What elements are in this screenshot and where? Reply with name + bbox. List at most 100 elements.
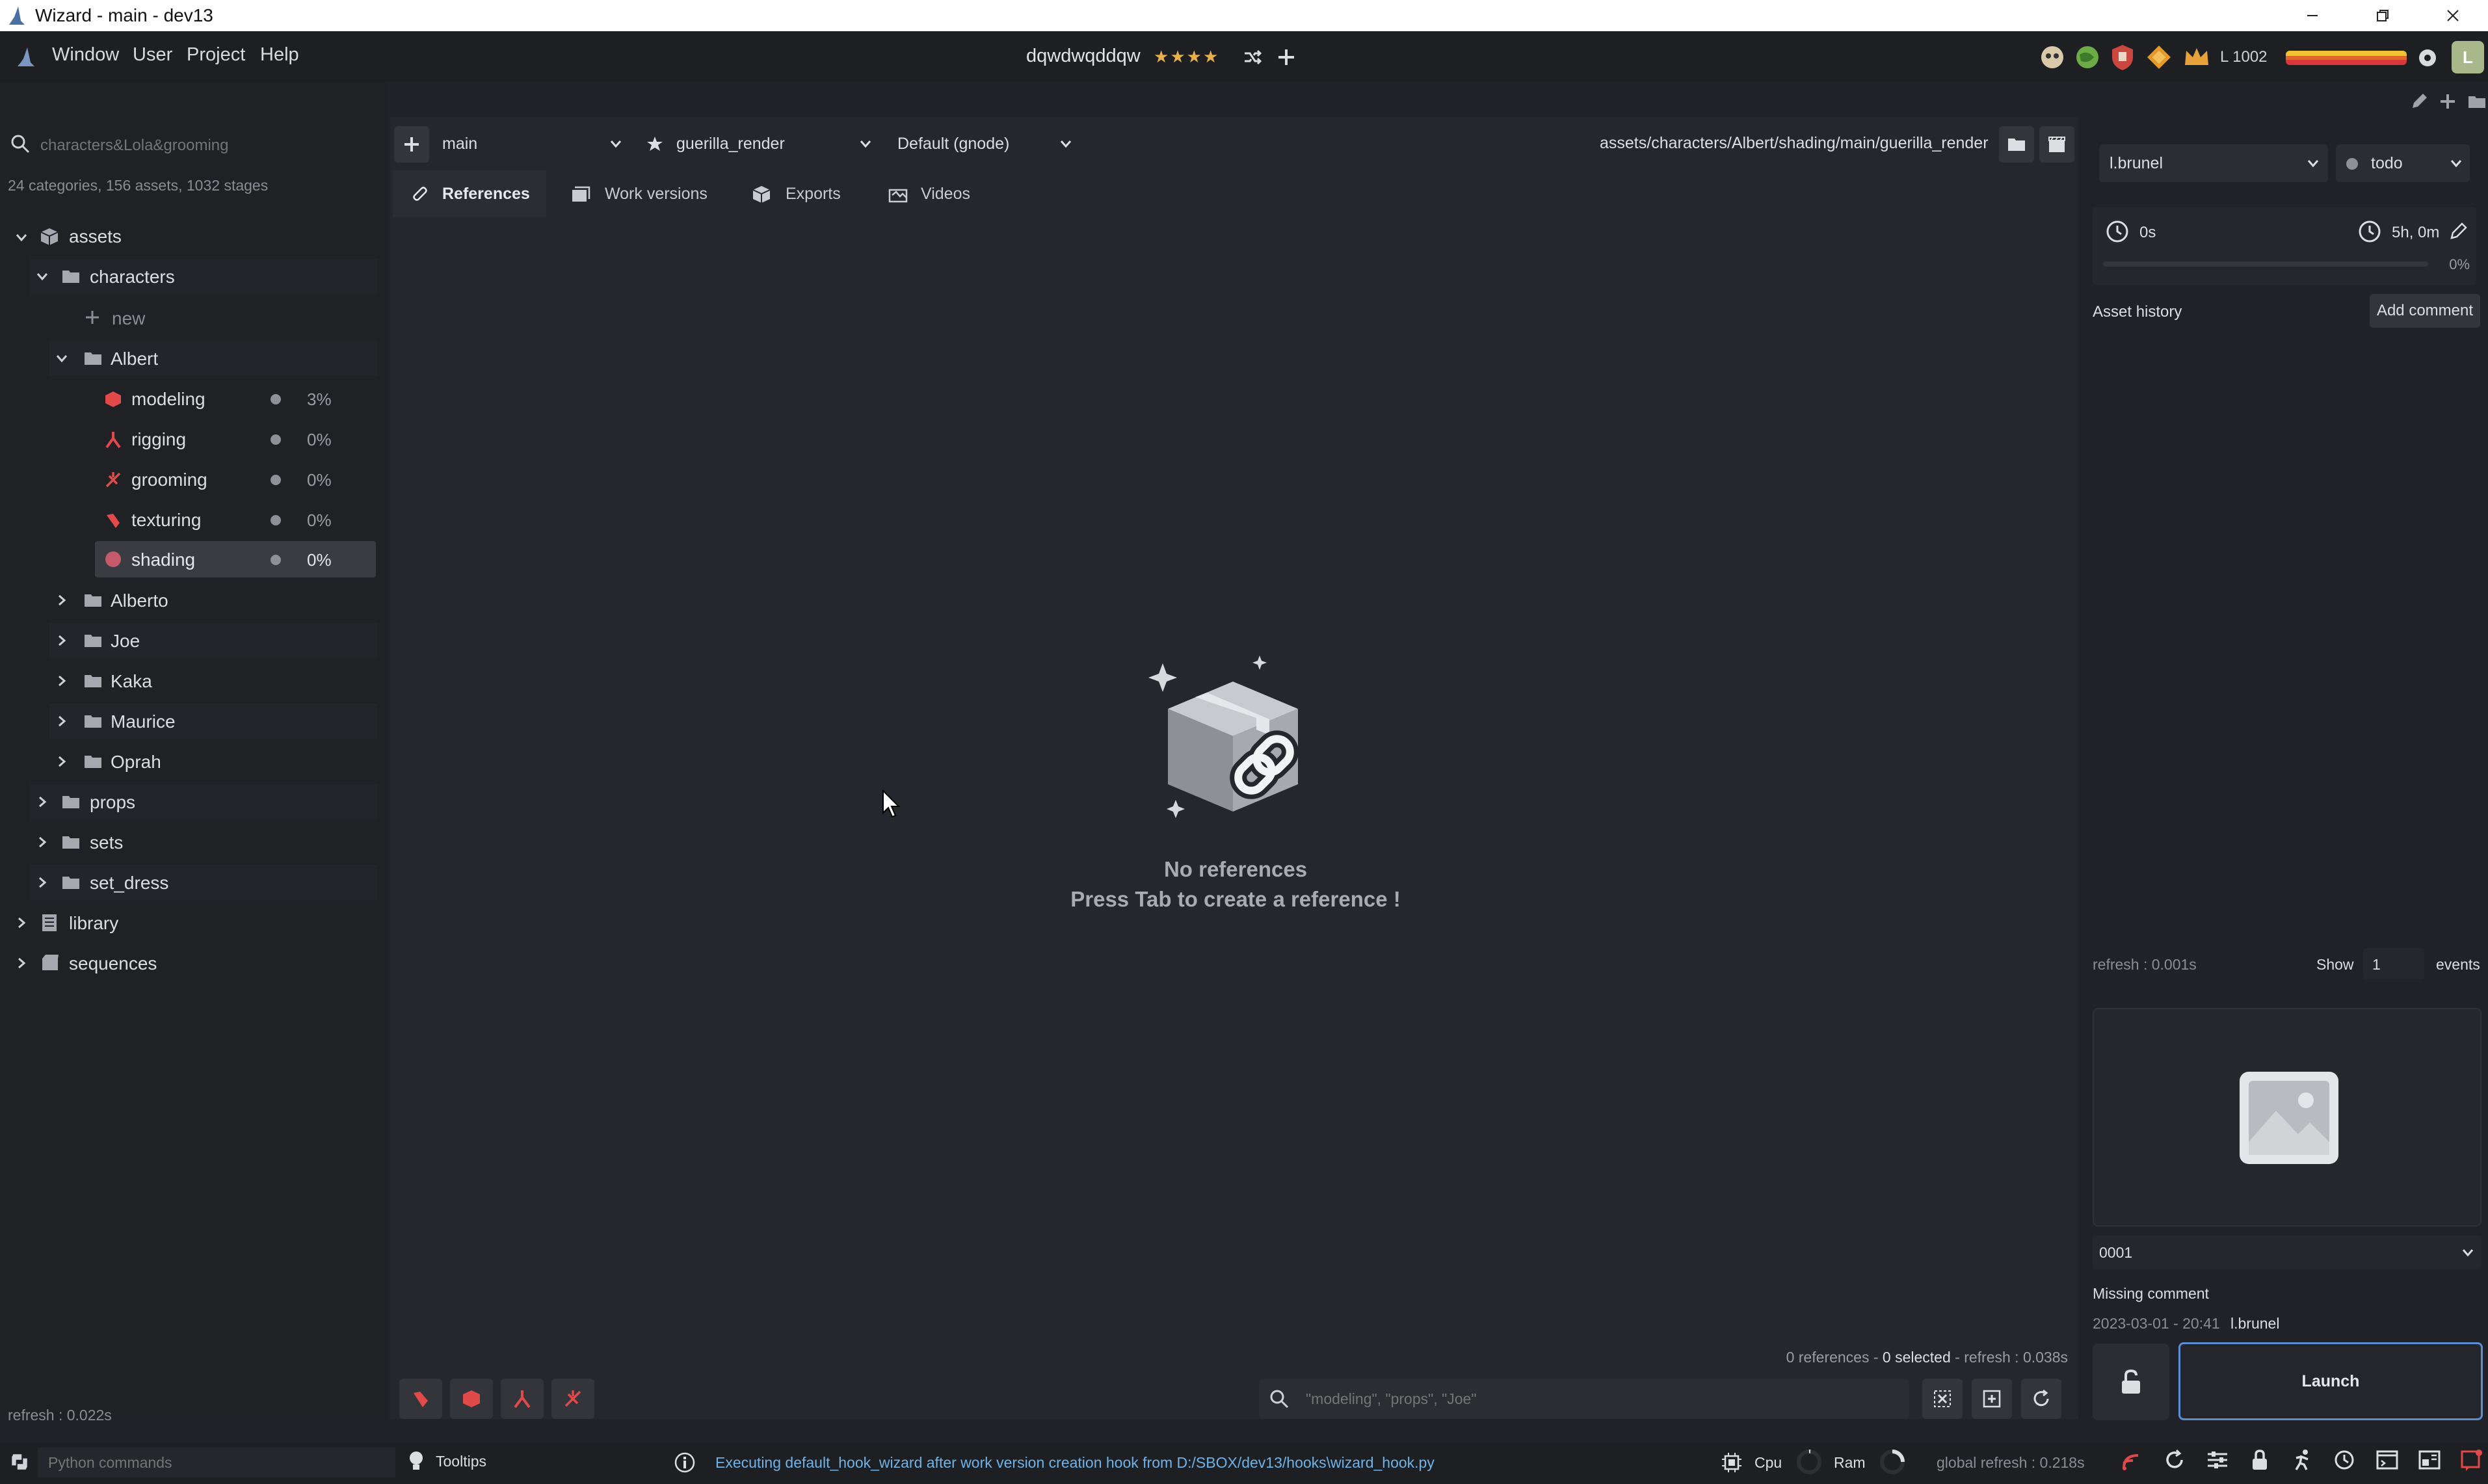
stage-item-texturing[interactable]: texturing 0%: [95, 502, 377, 537]
tree-item-set-dress[interactable]: set_dress: [30, 865, 377, 900]
tree-item-sets[interactable]: sets: [30, 825, 377, 860]
clock-icon: [2358, 220, 2381, 243]
references-search-input[interactable]: [1306, 1386, 1891, 1411]
filter-modeling-button[interactable]: [450, 1379, 493, 1419]
maximize-button[interactable]: [2348, 0, 2418, 31]
tree-item-kaka[interactable]: Kaka: [49, 663, 377, 698]
update-references-button[interactable]: [2021, 1379, 2061, 1419]
subtasks-icon[interactable]: [2120, 1448, 2145, 1479]
stage-item-grooming[interactable]: grooming 0%: [95, 462, 377, 497]
menu-user[interactable]: User: [133, 44, 172, 66]
menu-help[interactable]: Help: [260, 44, 299, 66]
minimize-button[interactable]: [2277, 0, 2348, 31]
user-avatar[interactable]: L: [2452, 41, 2484, 73]
lock-icon[interactable]: [2247, 1448, 2272, 1479]
version-select[interactable]: main: [432, 125, 631, 163]
launch-button[interactable]: Launch: [2178, 1342, 2483, 1420]
tree-item-maurice[interactable]: Maurice: [49, 704, 377, 739]
tab-exports[interactable]: Exports: [741, 170, 871, 217]
stage-state-dot: [271, 394, 281, 404]
add-reference-button[interactable]: [1972, 1379, 2012, 1419]
tree-item-joe[interactable]: Joe: [49, 623, 377, 658]
stage-settings-button[interactable]: [2039, 126, 2074, 163]
tree-item-characters[interactable]: characters: [30, 259, 377, 294]
version-thumbnail[interactable]: [2093, 1008, 2481, 1226]
star-icon: ★: [1170, 47, 1187, 66]
clear-selection-button[interactable]: [1922, 1379, 1963, 1419]
add-version-button[interactable]: [394, 126, 429, 163]
events-count-input[interactable]: 1: [2363, 948, 2424, 979]
chevron-right-icon[interactable]: [35, 835, 49, 849]
add-comment-button[interactable]: Add comment: [2370, 294, 2480, 328]
state-select[interactable]: Default (gnode): [888, 125, 1081, 163]
chevron-right-icon[interactable]: [55, 754, 69, 769]
tree-item-assets[interactable]: assets: [0, 219, 377, 255]
chevron-right-icon[interactable]: [35, 875, 49, 890]
chevron-down-icon[interactable]: [55, 351, 69, 365]
chevron-right-icon[interactable]: [14, 916, 29, 930]
add-project-icon[interactable]: [1276, 47, 1297, 68]
chevron-right-icon[interactable]: [55, 593, 69, 607]
version-select[interactable]: 0001: [2093, 1236, 2481, 1269]
shuffle-icon[interactable]: [1242, 47, 1263, 68]
folder-icon[interactable]: [2467, 92, 2487, 111]
assignment-user-select[interactable]: l.brunel: [2099, 144, 2328, 182]
tree-item-alberto[interactable]: Alberto: [49, 583, 377, 618]
tree-item-sequences[interactable]: sequences: [0, 946, 377, 981]
run-icon[interactable]: [2290, 1448, 2314, 1479]
tree-item-albert[interactable]: Albert: [49, 341, 377, 376]
stage-status-select[interactable]: todo: [2336, 144, 2470, 182]
cpu-gauge: [1796, 1449, 1822, 1475]
stage-label: rigging: [131, 429, 187, 449]
edit-pencil-icon[interactable]: [2410, 92, 2428, 111]
sliders-icon[interactable]: [2205, 1448, 2230, 1479]
rigging-icon: [512, 1389, 532, 1409]
tree-label: Albert: [111, 349, 159, 369]
reload-icon[interactable]: [2162, 1448, 2187, 1479]
references-search-bar[interactable]: [1259, 1379, 1909, 1419]
settings-gear-icon[interactable]: [2416, 47, 2439, 69]
history-icon[interactable]: [2332, 1448, 2357, 1479]
filter-texturing-button[interactable]: [399, 1379, 442, 1419]
stage-item-modeling[interactable]: modeling 3%: [95, 381, 377, 416]
close-window-button[interactable]: [2418, 0, 2488, 31]
asset-search-input[interactable]: [40, 133, 365, 159]
chevron-down-icon[interactable]: [35, 269, 49, 284]
stage-item-rigging[interactable]: rigging 0%: [95, 421, 377, 457]
tree-item-oprah[interactable]: Oprah: [49, 744, 377, 779]
tab-references[interactable]: References: [393, 170, 546, 217]
notifications-icon[interactable]: [2459, 1448, 2484, 1479]
export-select[interactable]: guerilla_render: [637, 125, 880, 163]
stage-state-dot: [271, 434, 281, 445]
wizard-logo-icon[interactable]: [14, 46, 38, 69]
chevron-right-icon[interactable]: [55, 633, 69, 648]
menu-project[interactable]: Project: [187, 44, 245, 66]
add-icon[interactable]: [2439, 92, 2457, 111]
console-icon[interactable]: [2375, 1448, 2400, 1479]
user-level: L 1002: [2220, 48, 2268, 66]
chevron-down-icon[interactable]: [14, 230, 29, 245]
tab-work-versions[interactable]: Work versions: [557, 170, 726, 217]
tree-summary: 24 categories, 156 assets, 1032 stages: [8, 177, 269, 194]
global-refresh-time: global refresh : 0.218s: [1937, 1454, 2085, 1471]
filter-rigging-button[interactable]: [501, 1379, 544, 1419]
open-folder-button[interactable]: [1999, 126, 2034, 163]
chevron-right-icon[interactable]: [14, 956, 29, 970]
tab-label: Exports: [786, 184, 841, 203]
tree-item-props[interactable]: props: [30, 784, 377, 819]
chevron-right-icon[interactable]: [55, 714, 69, 728]
chevron-right-icon[interactable]: [35, 795, 49, 809]
chevron-right-icon[interactable]: [55, 674, 69, 688]
tree-item-new[interactable]: new: [78, 300, 377, 336]
menu-window[interactable]: Window: [52, 44, 119, 66]
tree-item-library[interactable]: library: [0, 905, 377, 940]
lock-version-button[interactable]: [2093, 1344, 2169, 1420]
edit-pencil-icon[interactable]: [2449, 221, 2468, 241]
filter-grooming-button[interactable]: [551, 1379, 594, 1419]
layout-icon[interactable]: [2417, 1448, 2442, 1479]
stage-item-shading[interactable]: shading 0%: [95, 541, 376, 577]
python-command-input[interactable]: [38, 1448, 395, 1477]
tooltips-toggle[interactable]: Tooltips: [407, 1450, 486, 1472]
empty-references-illustration: [1142, 650, 1337, 832]
tab-videos[interactable]: Videos: [879, 170, 1009, 217]
